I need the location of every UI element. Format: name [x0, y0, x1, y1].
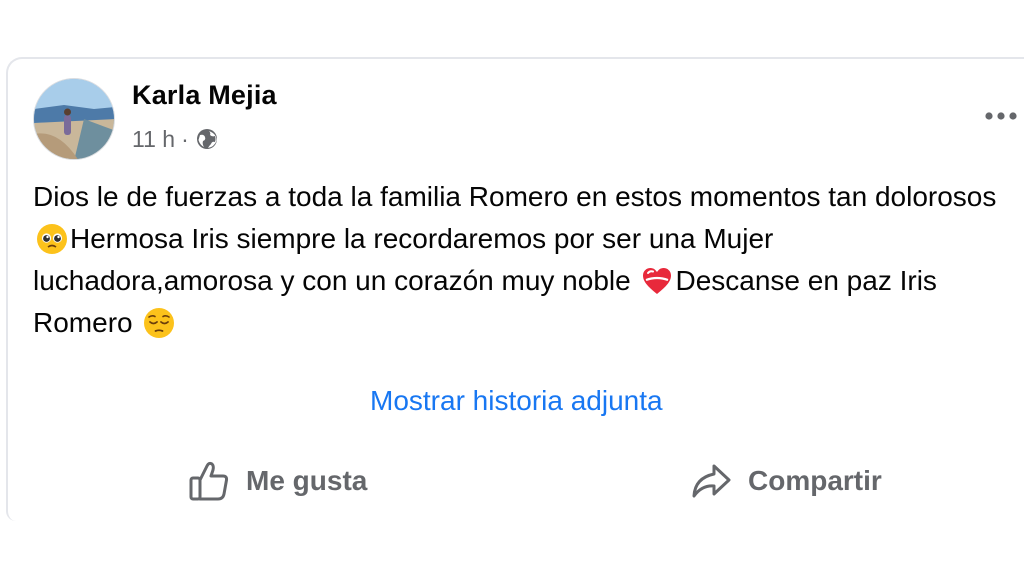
more-dots-icon	[985, 112, 1017, 120]
pensive-face-emoji	[144, 308, 175, 338]
post-meta: 11 h ·	[132, 124, 219, 154]
more-options-button[interactable]	[985, 98, 1024, 134]
share-button[interactable]: Compartir	[690, 455, 882, 507]
author-avatar[interactable]	[33, 78, 115, 160]
meta-separator: ·	[181, 125, 189, 152]
globe-icon	[195, 127, 219, 151]
post-timestamp[interactable]: 11 h	[132, 126, 175, 153]
heart-emoji	[643, 268, 672, 294]
author-name[interactable]: Karla Mejia	[132, 80, 277, 111]
thumbs-up-icon	[188, 460, 230, 502]
share-label: Compartir	[748, 465, 882, 496]
like-button[interactable]: Me gusta	[188, 455, 367, 507]
post-message: Dios le de fuerzas a toda la familia Rom…	[33, 176, 1008, 344]
avatar-photo	[34, 79, 114, 159]
pleading-face-emoji	[37, 224, 67, 254]
like-label: Me gusta	[246, 465, 368, 496]
show-attached-story-link[interactable]: Mostrar historia adjunta	[370, 385, 663, 417]
post-text-part-1: Dios le de fuerzas a toda la familia Rom…	[33, 181, 997, 212]
share-arrow-icon	[690, 460, 732, 502]
